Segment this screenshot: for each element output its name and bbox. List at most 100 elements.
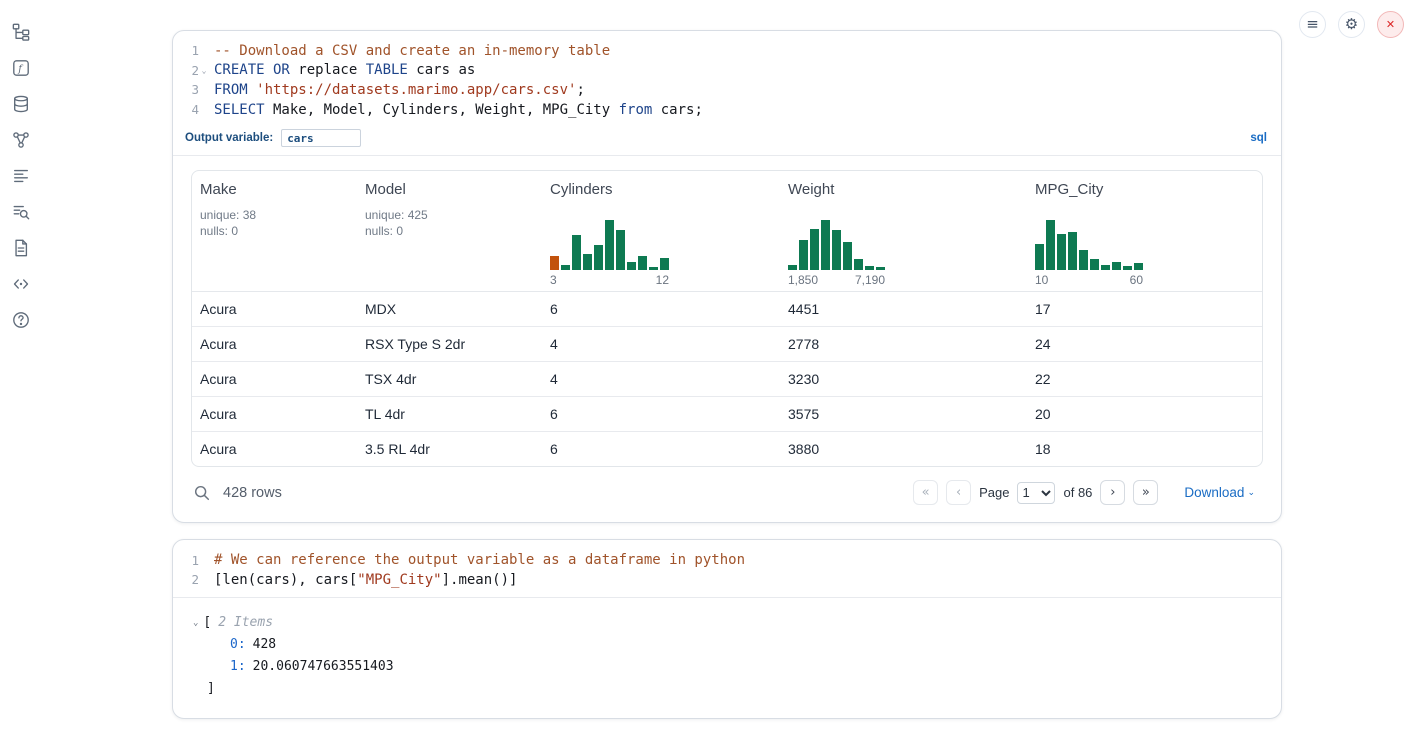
histogram-bar [649,267,658,270]
page-total: of 86 [1063,485,1092,500]
histogram-bar [1112,262,1121,270]
sidebar-documentation-button[interactable] [6,233,36,263]
download-button[interactable]: Download ⌄ [1178,484,1261,501]
top-controls: ≡ ⚙ ✕ [1299,11,1404,38]
language-badge: sql [1250,132,1267,144]
histogram-bar [865,266,874,270]
svg-text:f: f [17,64,24,75]
histogram-bar [605,220,614,270]
item-value: 428 [253,637,276,652]
python-cell: 1# We can reference the output variable … [172,539,1282,718]
first-page-button[interactable]: « [913,480,938,505]
sidebar-scratchpad-button[interactable]: f [6,53,36,83]
table-cell: TL 4dr [357,397,542,432]
fold-icon[interactable]: ⌄ [199,66,209,75]
column-name: MPG_City [1035,181,1254,198]
sidebar-datasources-button[interactable] [6,89,36,119]
histogram-bar [854,259,863,270]
chevron-down-icon: ⌄ [1247,487,1255,498]
column-header-model[interactable]: Modelunique: 425nulls: 0 [357,171,542,292]
sidebar-file-explorer-button[interactable] [6,17,36,47]
output-variable-input[interactable] [281,129,361,147]
histogram-bar [1134,263,1143,270]
table-row[interactable]: AcuraMDX6445117 [192,292,1262,327]
histogram-axis: 1,8507,190 [788,273,885,287]
code-text: [len(cars), cars["MPG_City"].mean()] [214,572,517,588]
table-cell: Acura [192,397,357,432]
line-number: 4 [173,102,199,117]
shutdown-button[interactable]: ✕ [1377,11,1404,38]
histogram-axis: 312 [550,273,669,287]
collapse-icon[interactable]: ⌄ [193,612,198,634]
histogram-bar [616,230,625,270]
table-cell: 20 [1027,397,1262,432]
prev-page-button[interactable]: ‹ [946,480,971,505]
column-name: Weight [788,181,1019,198]
table-row[interactable]: AcuraRSX Type S 2dr4277824 [192,327,1262,362]
gear-icon: ⚙ [1345,17,1358,32]
column-stat: unique: 38 [200,207,349,223]
output-variable-label: Output variable: [185,132,273,144]
column-name: Cylinders [550,181,772,198]
table-cell: Acura [192,432,357,467]
last-page-button[interactable]: » [1133,480,1158,505]
histogram-bar [660,258,669,270]
sidebar-help-button[interactable] [6,305,36,335]
sql-cell: 1 -- Download a CSV and create an in-memo… [172,30,1282,523]
row-count: 428 rows [223,485,282,501]
histogram-bar [810,229,819,270]
settings-button[interactable]: ⚙ [1338,11,1365,38]
menu-icon: ≡ [1306,17,1319,32]
table-cell: 17 [1027,292,1262,327]
column-header-weight[interactable]: Weight 1,8507,190 [780,171,1027,292]
table-cell: 4 [542,362,780,397]
sidebar: f [0,17,42,335]
table-cell: 2778 [780,327,1027,362]
histogram-bar [1035,244,1044,270]
function-icon: f [12,59,30,77]
code-line: 2⌄CREATE OR replace TABLE cars as [173,61,1269,81]
table-cell: Acura [192,292,357,327]
histogram-bar [843,242,852,270]
histogram-bar [1123,266,1132,270]
output-variable-row: Output variable: sql [173,126,1281,156]
sidebar-snippets-button[interactable] [6,269,36,299]
sidebar-logs-button[interactable] [6,197,36,227]
table-row[interactable]: Acura3.5 RL 4dr6388018 [192,432,1262,467]
output-list-header: ⌄ [ 2 Items [193,612,1261,634]
line-number: 2 [173,63,199,78]
python-code-editor[interactable]: 1# We can reference the output variable … [173,540,1281,596]
code-text: -- Download a CSV and create an in-memor… [214,43,610,59]
python-output: ⌄ [ 2 Items 0:4281:20.060747663551403 ] [173,598,1281,718]
graph-icon [12,131,30,149]
histogram-bar [594,245,603,270]
result-table-container: Makeunique: 38nulls: 0Modelunique: 425nu… [191,170,1263,467]
table-row[interactable]: AcuraTL 4dr6357520 [192,397,1262,432]
column-histogram: 1,8507,190 [788,218,885,287]
page-select[interactable]: 1 [1017,482,1055,504]
notebook-menu-button[interactable]: ≡ [1299,11,1326,38]
histogram-bar [821,220,830,270]
output-list-item: 0: 428 [193,634,1261,656]
histogram-bar [627,262,636,270]
item-index: 0: [230,637,246,652]
table-search-button[interactable] [193,484,211,502]
column-header-cylinders[interactable]: Cylinders 312 [542,171,780,292]
column-header-mpg_city[interactable]: MPG_City1060 [1027,171,1262,292]
table-cell: 4 [542,327,780,362]
histogram-bar [1101,265,1110,270]
histogram-bar [832,230,841,270]
histogram-bar [876,267,885,270]
table-footer: 428 rows « ‹ Page 1 of 86 › » Download ⌄ [173,467,1281,522]
next-page-button[interactable]: › [1100,480,1125,505]
sql-code-editor[interactable]: 1-- Download a CSV and create an in-memo… [173,31,1281,126]
table-row[interactable]: AcuraTSX 4dr4323022 [192,362,1262,397]
sidebar-dependency-graph-button[interactable] [6,125,36,155]
column-header-make[interactable]: Makeunique: 38nulls: 0 [192,171,357,292]
sidebar-outline-button[interactable] [6,161,36,191]
histogram-bar [638,256,647,270]
line-number: 1 [173,553,199,568]
open-bracket: [ [203,612,211,634]
table-cell: TSX 4dr [357,362,542,397]
page-label: Page [979,485,1009,500]
